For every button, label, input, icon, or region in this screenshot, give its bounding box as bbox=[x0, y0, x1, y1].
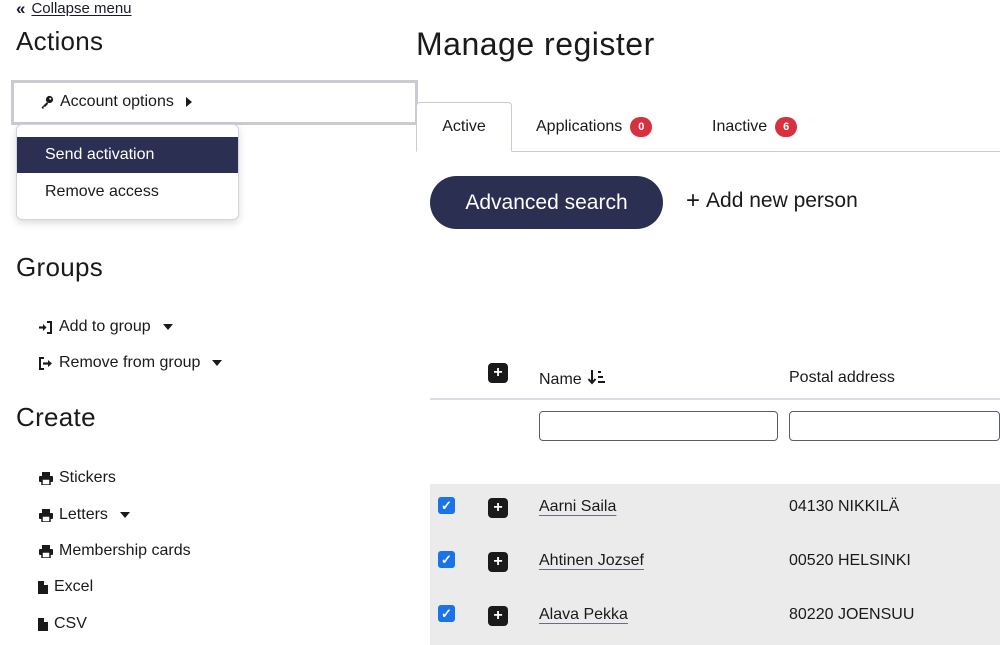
tab-inactive-label: Inactive bbox=[712, 118, 768, 135]
table-row: ✓ + Aarni Saila 04130 NIKKILÄ bbox=[430, 484, 1000, 538]
stickers-link[interactable]: Stickers bbox=[38, 469, 116, 487]
row-checkbox[interactable]: ✓ bbox=[438, 605, 455, 622]
groups-heading: Groups bbox=[16, 252, 104, 282]
inactive-count-badge: 6 bbox=[775, 117, 798, 137]
add-new-person-button[interactable]: + Add new person bbox=[686, 189, 858, 213]
row-checkbox[interactable]: ✓ bbox=[438, 551, 455, 568]
print-icon bbox=[38, 544, 53, 558]
stickers-label: Stickers bbox=[59, 469, 116, 486]
caret-right-icon bbox=[185, 97, 192, 107]
print-icon bbox=[38, 471, 53, 485]
add-to-group-label: Add to group bbox=[59, 318, 151, 335]
file-icon bbox=[38, 617, 48, 631]
plus-icon: + bbox=[686, 187, 701, 214]
person-name-link[interactable]: Alava Pekka bbox=[539, 606, 628, 624]
page-title: Manage register bbox=[416, 26, 655, 62]
caret-down-icon bbox=[162, 324, 173, 330]
remove-access-item[interactable]: Remove access bbox=[17, 174, 238, 210]
send-activation-item[interactable]: Send activation bbox=[17, 137, 238, 173]
tab-inactive[interactable]: Inactive 6 bbox=[712, 102, 798, 152]
membership-cards-label: Membership cards bbox=[59, 542, 191, 559]
add-to-group-link[interactable]: Add to group bbox=[38, 318, 173, 336]
expand-row-icon[interactable]: + bbox=[488, 606, 508, 626]
create-heading: Create bbox=[16, 402, 96, 432]
excel-link[interactable]: Excel bbox=[38, 578, 93, 596]
name-filter-input[interactable] bbox=[539, 411, 778, 441]
applications-count-badge: 0 bbox=[630, 117, 653, 137]
column-header-name[interactable]: Name bbox=[539, 369, 606, 390]
tab-active-label: Active bbox=[442, 118, 486, 135]
caret-down-icon bbox=[212, 360, 223, 366]
add-new-person-label: Add new person bbox=[706, 189, 858, 212]
remove-from-group-link[interactable]: Remove from group bbox=[38, 354, 223, 372]
account-options-menu[interactable]: Account options bbox=[11, 80, 418, 125]
csv-link[interactable]: CSV bbox=[38, 615, 87, 633]
expand-all-icon[interactable]: + bbox=[488, 363, 508, 383]
expand-row-icon[interactable]: + bbox=[488, 552, 508, 572]
account-options-label: Account options bbox=[60, 93, 174, 110]
actions-heading: Actions bbox=[16, 26, 104, 56]
remove-from-group-label: Remove from group bbox=[59, 354, 201, 371]
double-chevron-left-icon: « bbox=[16, 0, 26, 18]
postal-address-cell: 80220 JOENSUU bbox=[789, 606, 915, 623]
letters-link[interactable]: Letters bbox=[38, 506, 130, 524]
postal-address-cell: 00520 HELSINKI bbox=[789, 552, 911, 569]
collapse-menu-label: Collapse menu bbox=[31, 0, 132, 17]
letters-label: Letters bbox=[59, 506, 108, 523]
key-icon bbox=[39, 95, 54, 109]
header-divider bbox=[430, 398, 1000, 400]
account-options-dropdown: Send activation Remove access bbox=[16, 124, 239, 220]
collapse-menu-link[interactable]: « Collapse menu bbox=[16, 0, 132, 17]
row-checkbox[interactable]: ✓ bbox=[438, 497, 455, 514]
person-name-link[interactable]: Aarni Saila bbox=[539, 498, 616, 516]
table-row: ✓ + Alava Pekka 80220 JOENSUU bbox=[430, 592, 1000, 645]
sign-in-icon bbox=[38, 320, 53, 334]
excel-label: Excel bbox=[54, 578, 94, 595]
table-row: ✓ + Ahtinen Jozsef 00520 HELSINKI bbox=[430, 538, 1000, 592]
tab-applications[interactable]: Applications 0 bbox=[536, 102, 653, 152]
postal-address-cell: 04130 NIKKILÄ bbox=[789, 498, 900, 515]
sort-down-icon bbox=[587, 369, 606, 390]
postal-address-filter-input[interactable] bbox=[789, 411, 1000, 441]
file-icon bbox=[38, 580, 48, 594]
person-name-link[interactable]: Ahtinen Jozsef bbox=[539, 552, 644, 570]
column-name-label: Name bbox=[539, 370, 582, 388]
expand-row-icon[interactable]: + bbox=[488, 498, 508, 518]
tab-applications-label: Applications bbox=[536, 118, 623, 135]
sign-out-icon bbox=[38, 356, 53, 370]
advanced-search-button[interactable]: Advanced search bbox=[430, 176, 663, 229]
caret-down-icon bbox=[119, 512, 130, 518]
csv-label: CSV bbox=[54, 615, 87, 632]
column-postal-address-label: Postal address bbox=[789, 369, 895, 386]
membership-cards-link[interactable]: Membership cards bbox=[38, 542, 191, 560]
column-header-postal-address[interactable]: Postal address bbox=[789, 369, 895, 387]
tab-active[interactable]: Active bbox=[416, 102, 512, 152]
print-icon bbox=[38, 508, 53, 522]
